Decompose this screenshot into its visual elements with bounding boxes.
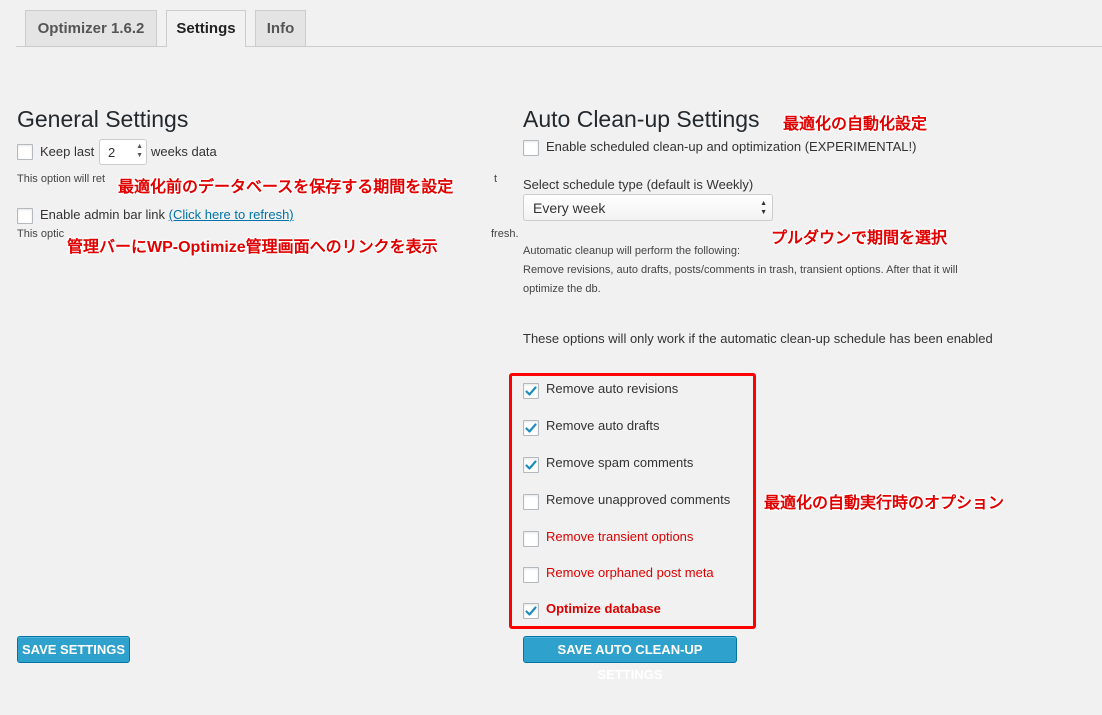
tab-optimizer[interactable]: Optimizer 1.6.2 xyxy=(25,10,157,46)
cleanup-desc-line3: optimize the db. xyxy=(523,283,601,295)
admin-bar-link-checkbox[interactable] xyxy=(17,208,33,224)
annotation-options: 最適化の自動実行時のオプション xyxy=(764,495,1005,512)
save-auto-cleanup-button[interactable]: SAVE AUTO CLEAN-UP SETTINGS xyxy=(523,636,737,682)
select-arrows-icon: ▲ ▼ xyxy=(760,200,767,216)
keep-last-weeks-value: 2 xyxy=(108,145,116,160)
enable-scheduled-label: Enable scheduled clean-up and optimizati… xyxy=(546,139,917,154)
general-settings-title: General Settings xyxy=(17,106,189,132)
admin-bar-refresh-link[interactable]: (Click here to refresh) xyxy=(169,207,294,222)
annotation-admin-bar: 管理バーにWP-Optimize管理画面へのリンクを表示 xyxy=(67,239,438,256)
cleanup-desc-line2: Remove revisions, auto drafts, posts/com… xyxy=(523,264,958,276)
annotation-dropdown: プルダウンで期間を選択 xyxy=(771,230,948,247)
annotation-keep-period: 最適化前のデータベースを保存する期間を設定 xyxy=(118,179,454,196)
schedule-selected-value: Every week xyxy=(533,200,606,216)
options-highlight-box xyxy=(509,373,756,629)
admin-bar-note-tail: fresh. xyxy=(491,228,519,240)
tab-info[interactable]: Info xyxy=(255,10,306,46)
admin-bar-note: This optic xyxy=(17,228,65,240)
cleanup-desc-line1: Automatic cleanup will perform the follo… xyxy=(523,245,741,257)
auto-cleanup-title: Auto Clean-up Settings xyxy=(523,106,760,132)
admin-bar-link-text: Enable admin bar link xyxy=(40,207,166,222)
keep-last-label: Keep last xyxy=(40,144,95,159)
annotation-auto-title: 最適化の自動化設定 xyxy=(783,116,928,133)
schedule-type-select[interactable]: Every week ▲ ▼ xyxy=(523,194,773,221)
keep-option-note: This option will ret xyxy=(17,173,106,185)
keep-last-weeks-spinner[interactable]: 2 ▲ ▼ xyxy=(99,139,147,165)
save-settings-button[interactable]: SAVE SETTINGS xyxy=(17,636,130,663)
admin-bar-link-label: Enable admin bar link (Click here to ref… xyxy=(40,207,294,222)
weeks-data-label: weeks data xyxy=(151,144,217,159)
schedule-notice: These options will only work if the auto… xyxy=(523,331,993,346)
spinner-arrows-icon[interactable]: ▲ ▼ xyxy=(136,142,143,160)
keep-option-note-tail: t xyxy=(494,173,498,185)
tab-settings[interactable]: Settings xyxy=(166,10,246,47)
enable-scheduled-checkbox[interactable] xyxy=(523,140,539,156)
schedule-type-label: Select schedule type (default is Weekly) xyxy=(523,177,754,192)
keep-last-checkbox[interactable] xyxy=(17,144,33,160)
